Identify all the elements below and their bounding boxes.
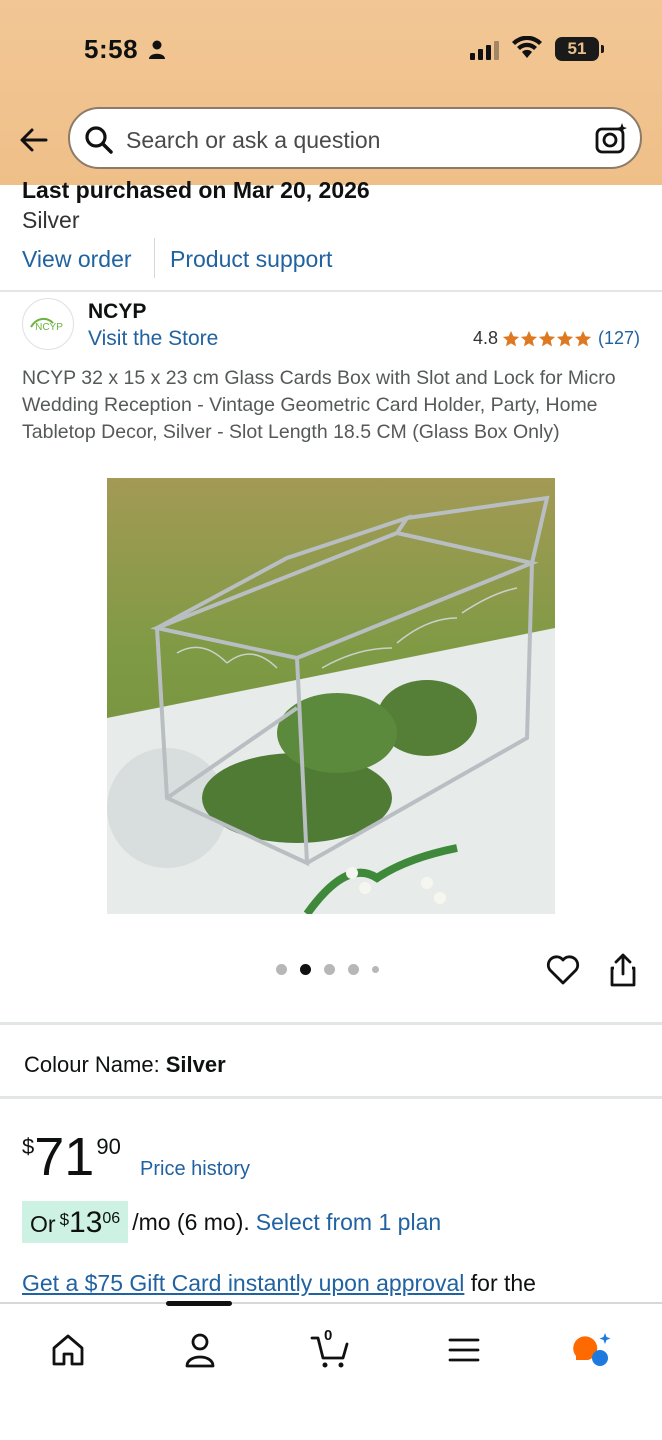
last-purchased-text: Last purchased on Mar 20, 2026 [22,177,370,203]
top-header: 5:58 51 Search or ask a question [0,0,662,185]
search-input[interactable]: Search or ask a question [68,107,642,169]
installment-offer: Or $ 13 06 /mo (6 mo). Select from 1 pla… [22,1201,441,1243]
installment-whole: 13 [69,1206,103,1239]
gift-card-suffix: for the [470,1270,536,1296]
section-divider [0,1022,662,1025]
gift-card-link[interactable]: Get a $75 Gift Card instantly upon appro… [22,1270,464,1296]
colour-name[interactable]: Colour Name: Silver [24,1052,226,1078]
glass-card-box-image [107,478,555,914]
price: $ 71 90 [22,1128,121,1186]
carousel-dot[interactable] [348,964,359,975]
installment-or: Or [30,1211,56,1237]
star-icon [520,330,538,346]
price-history-link[interactable]: Price history [140,1158,250,1181]
star-icon [538,330,556,346]
carousel-dot[interactable] [372,966,379,973]
section-divider [0,1096,662,1099]
installment-symbol: $ [59,1210,70,1229]
rating-count: (127) [597,328,640,348]
gift-card-offer: Get a $75 Gift Card instantly upon appro… [22,1270,536,1297]
wifi-icon [512,36,542,58]
cart-count: 0 [324,1327,333,1344]
cellular-signal-icon [470,41,499,60]
price-whole: 71 [34,1127,95,1187]
product-support-link[interactable]: Product support [170,246,332,273]
view-order-link[interactable]: View order [22,246,132,273]
carousel-dot[interactable] [276,964,287,975]
purchased-variant: Silver [22,207,80,233]
bottom-navigation: 0 [0,1301,662,1440]
colour-value: Silver [165,1052,226,1077]
installment-badge: Or $ 13 06 [22,1201,129,1243]
camera-search-icon[interactable] [594,122,628,156]
search-icon [85,126,113,154]
price-symbol: $ [22,1134,35,1159]
carousel-dot[interactable] [324,964,335,975]
star-icon [556,330,574,346]
link-divider [154,238,155,278]
product-title: NCYP 32 x 15 x 23 cm Glass Cards Box wit… [22,367,616,443]
visit-store-link[interactable]: Visit the Store [88,327,218,351]
person-icon [149,40,165,59]
rufus-assistant-icon[interactable] [572,1330,612,1370]
home-icon[interactable] [48,1330,88,1370]
product-image[interactable] [107,478,555,914]
search-placeholder: Search or ask a question [126,127,381,153]
colour-label: Colour Name: [24,1052,160,1077]
rating-summary[interactable]: 4.8 (127) [473,328,640,349]
select-plan-link[interactable]: Select from 1 plan [256,1209,441,1236]
brand-name: NCYP [88,300,147,323]
menu-icon[interactable] [444,1330,484,1370]
image-carousel-dots[interactable] [276,964,392,975]
star-icon [574,330,592,346]
brand-logo[interactable]: NCYP [22,298,74,350]
star-rating [502,330,592,348]
installment-fraction: 06 [102,1210,121,1227]
battery-indicator: 51 [555,37,604,61]
status-bar: 5:58 51 [0,30,662,70]
account-icon[interactable] [180,1330,220,1370]
price-fraction: 90 [96,1134,121,1159]
status-time: 5:58 [84,34,139,64]
heart-icon[interactable] [546,954,580,986]
share-icon[interactable] [608,952,638,988]
svg-text:NCYP: NCYP [35,322,63,333]
rating-value: 4.8 [472,328,498,348]
installment-term: /mo (6 mo). [132,1208,250,1235]
ncyp-logo-icon: NCYP [30,317,63,333]
back-arrow-icon[interactable] [18,124,50,156]
carousel-dot-active[interactable] [300,964,311,975]
star-icon [502,330,520,346]
section-divider [0,290,662,292]
nav-active-indicator [166,1301,232,1306]
cart-button[interactable]: 0 [310,1327,350,1370]
